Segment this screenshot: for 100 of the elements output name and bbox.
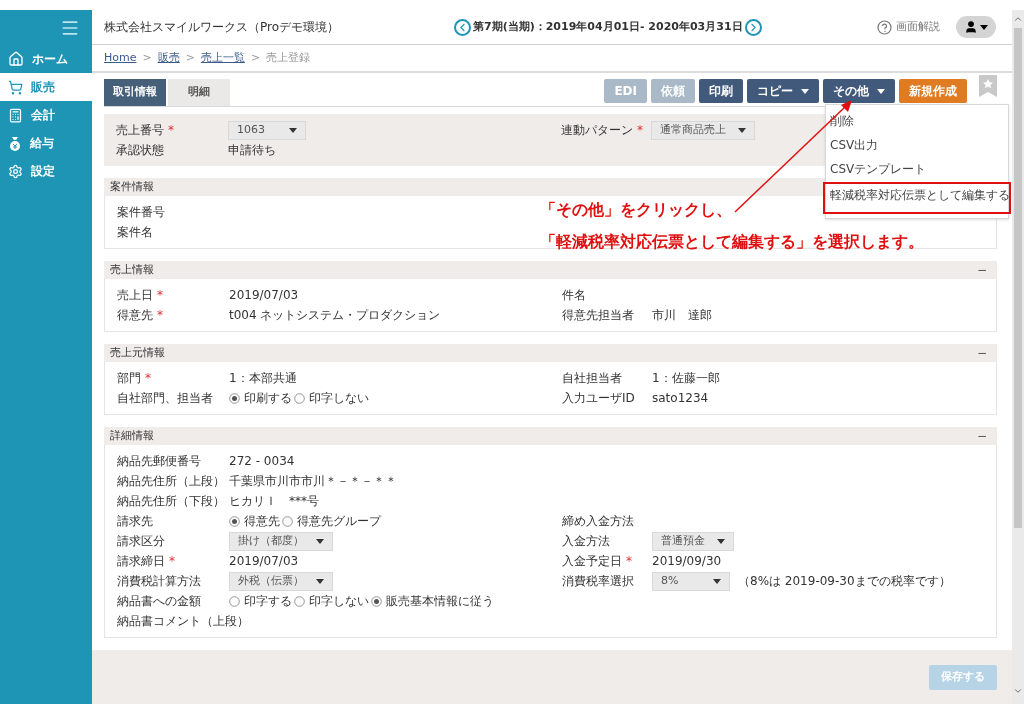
toolbar-button[interactable]: コピー	[747, 79, 819, 103]
field-label: 締め入金方法	[562, 513, 634, 530]
radio-option[interactable]: 印字しない	[294, 389, 369, 407]
radio-option[interactable]: 印字しない	[294, 592, 369, 610]
sidebar-item[interactable]: 会計	[0, 101, 92, 129]
radio-button[interactable]	[282, 515, 293, 527]
section-title: 売上元情報	[110, 344, 165, 361]
field-label: 部門	[117, 370, 141, 387]
field-label: 案件名	[117, 224, 153, 241]
breadcrumb-link[interactable]: 売上一覧	[200, 49, 245, 67]
required-mark: *	[157, 287, 163, 304]
menu-item[interactable]: CSVテンプレート	[826, 159, 1008, 179]
caret-icon	[316, 538, 324, 544]
calculator-icon	[8, 107, 23, 123]
field-label: 売上番号	[116, 122, 164, 139]
scroll-up-icon[interactable]	[1013, 14, 1023, 24]
required-mark: *	[626, 553, 632, 570]
field-value: 272 - 0034	[229, 453, 295, 470]
radio-button[interactable]	[229, 392, 240, 404]
breadcrumb-link[interactable]: Home	[104, 49, 137, 67]
sidebar-item[interactable]: 設定	[0, 157, 92, 185]
required-mark: *	[168, 122, 174, 139]
radio-button[interactable]	[294, 392, 305, 404]
section-title: 売上情報	[110, 261, 154, 278]
toolbar-button[interactable]: 印刷	[699, 79, 743, 103]
radio-button[interactable]	[229, 515, 240, 527]
field-label: 自社部門、担当者	[117, 390, 213, 407]
annotation-text: 「軽減税率対応伝票として編集する」を選択します。	[540, 231, 924, 253]
gear-icon	[8, 163, 23, 179]
menu-item[interactable]: CSV出力	[826, 135, 1008, 155]
field-label: 入金予定日	[562, 553, 622, 570]
field-label: 納品書への金額	[117, 593, 201, 610]
caret-icon	[738, 127, 746, 133]
cart-icon	[8, 79, 23, 95]
select-field[interactable]: 掛け（都度）	[229, 531, 333, 551]
field-value: 市川 達郎	[652, 307, 712, 324]
field-label: 入金方法	[562, 533, 610, 550]
previous-period-icon[interactable]	[454, 18, 471, 36]
select-field[interactable]: 普通預金	[652, 531, 734, 551]
radio-option[interactable]: 得意先グループ	[282, 512, 381, 530]
required-mark: *	[169, 553, 175, 570]
scrollbar-thumb[interactable]	[1014, 28, 1022, 528]
note-text: （8%は 2019-09-30までの税率です）	[738, 573, 951, 590]
radio-button[interactable]	[229, 595, 240, 607]
sidebar-item[interactable]: 給与	[0, 129, 92, 157]
field-label: 自社担当者	[562, 370, 622, 387]
radio-option[interactable]: 得意先	[229, 512, 280, 530]
radio-option[interactable]: 印字する	[229, 592, 292, 610]
bookmark-icon[interactable]	[979, 75, 997, 97]
scroll-down-icon[interactable]	[1013, 686, 1023, 696]
radio-button[interactable]	[371, 595, 382, 607]
breadcrumb-separator: >	[250, 49, 261, 66]
menu-item[interactable]: 削除	[826, 111, 1008, 131]
field-value: 千葉県市川市市川＊－＊－＊＊	[229, 473, 397, 490]
caret-icon	[717, 538, 725, 544]
next-period-icon[interactable]	[744, 18, 762, 36]
breadcrumb-separator: >	[185, 49, 195, 66]
field-label: 請求締日	[117, 553, 165, 570]
breadcrumb-separator: >	[142, 49, 152, 66]
collapse-toggle[interactable]: −	[976, 427, 991, 445]
help-icon[interactable]	[877, 19, 892, 35]
field-label: 入力ユーザID	[562, 390, 635, 407]
scrollbar[interactable]	[1012, 10, 1024, 704]
radio-option[interactable]: 印刷する	[229, 389, 292, 407]
field-value: t004 ネットシステム・プロダクション	[229, 307, 441, 324]
radio-option[interactable]: 販売基本情報に従う	[371, 592, 494, 610]
field-label: 納品書コメント（上段）	[117, 613, 249, 630]
caret-icon	[801, 88, 809, 94]
tab[interactable]: 明細	[168, 79, 230, 106]
select-field[interactable]: 外税（伝票）	[229, 571, 333, 591]
field-label: 消費税率選択	[562, 573, 634, 590]
select-field[interactable]: 1063	[228, 120, 306, 140]
radio-button[interactable]	[294, 595, 305, 607]
help-link[interactable]: 画面解説	[896, 18, 940, 36]
sidebar-item[interactable]: 販売	[0, 73, 92, 101]
field-value: 1：本部共通	[229, 370, 297, 387]
field-label: 件名	[562, 287, 586, 304]
field-label: 連動パターン	[561, 122, 633, 139]
field-value: 1：佐藤一郎	[652, 370, 720, 387]
tab[interactable]: 取引情報	[104, 79, 166, 106]
field-label: 納品先住所（下段）	[117, 493, 225, 510]
select-field[interactable]: 通常商品売上	[651, 120, 755, 140]
field-label: 請求区分	[117, 533, 165, 550]
home-icon	[8, 51, 24, 67]
section-title: 案件情報	[110, 178, 154, 195]
menu-item[interactable]: 軽減税率対応伝票として編集する	[826, 185, 1008, 205]
field-label: 消費税計算方法	[117, 573, 201, 590]
collapse-toggle[interactable]: −	[976, 344, 991, 362]
section-title: 詳細情報	[110, 427, 154, 444]
select-field[interactable]: 8%	[652, 571, 730, 591]
collapse-toggle[interactable]: −	[976, 261, 991, 279]
annotation-text: 「その他」をクリックし、	[540, 199, 733, 221]
user-menu-button[interactable]	[956, 16, 996, 38]
sidebar-item[interactable]: ホーム	[0, 45, 92, 73]
toolbar-button[interactable]: その他	[823, 79, 895, 103]
field-label: 売上日	[117, 287, 153, 304]
caret-icon	[289, 127, 297, 133]
breadcrumb-link[interactable]: 販売	[157, 49, 180, 67]
caret-icon	[877, 88, 885, 94]
required-mark: *	[145, 370, 151, 387]
